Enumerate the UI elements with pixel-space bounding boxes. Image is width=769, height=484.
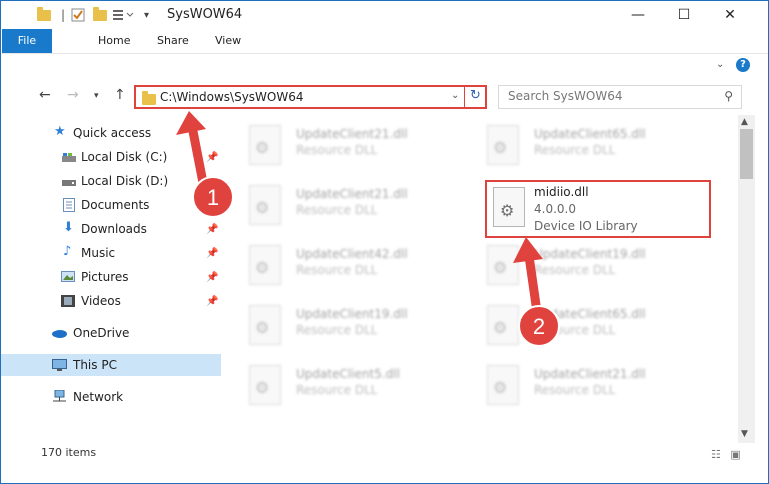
file-name: midiio.dll [534, 185, 589, 199]
up-arrow-icon[interactable]: ↑ [114, 87, 126, 103]
sidebar-item-local-disk-c[interactable]: Local Disk (C:) 📌 [1, 146, 221, 168]
sidebar-item-network[interactable]: Network [1, 386, 221, 408]
file-item[interactable]: UpdateClient65.dll Resource DLL [467, 121, 687, 173]
back-arrow-icon[interactable]: ← [39, 87, 51, 103]
large-icons-view-icon[interactable]: ▣ [730, 448, 740, 461]
dll-file-icon [249, 125, 281, 165]
pc-icon [52, 359, 67, 371]
quick-access-dropdown-icon[interactable]: ▾ [144, 7, 149, 23]
details-view-icon[interactable]: ☷ [711, 448, 721, 461]
sidebar-item-this-pc[interactable]: This PC [1, 354, 221, 376]
recent-locations-chevron-icon[interactable]: ▾ [94, 91, 99, 101]
network-icon [52, 389, 66, 402]
dll-file-icon [487, 125, 519, 165]
tab-share[interactable]: Share [157, 29, 189, 53]
drive-icon [62, 176, 76, 188]
vertical-scrollbar[interactable]: ▲ ▼ [738, 115, 755, 443]
star-icon: ★ [54, 124, 66, 139]
file-item[interactable]: UpdateClient42.dll Resource DLL [229, 241, 449, 293]
search-box[interactable]: Search SysWOW64 ⚲ [498, 85, 742, 109]
videos-icon [61, 295, 75, 307]
downloads-icon: ⬇ [63, 220, 74, 235]
dll-file-icon [487, 305, 519, 345]
sidebar-item-pictures[interactable]: Pictures 📌 [1, 266, 221, 288]
scroll-down-icon[interactable]: ▼ [741, 429, 748, 439]
new-folder-icon[interactable] [93, 6, 107, 23]
help-button[interactable]: ? [736, 58, 750, 72]
drive-icon [62, 152, 76, 164]
status-item-count: 170 items [41, 446, 97, 459]
chevron-down-icon[interactable]: ⌄ [451, 90, 459, 101]
highlighted-file-item[interactable]: midiio.dll 4.0.0.0 Device IO Library [485, 180, 711, 238]
documents-icon [63, 198, 77, 212]
pictures-icon [61, 271, 75, 283]
file-description: Device IO Library [534, 219, 638, 233]
file-item[interactable]: UpdateClient5.dll Resource DLL [229, 361, 449, 413]
separator: | [61, 8, 66, 22]
address-path[interactable]: C:\Windows\SysWOW64 [160, 90, 304, 104]
dll-file-icon [249, 185, 281, 225]
search-input[interactable]: Search SysWOW64 [508, 89, 622, 103]
pin-icon: 📌 [206, 247, 219, 259]
dll-file-icon [249, 365, 281, 405]
pin-icon: 📌 [206, 223, 219, 235]
file-list: UpdateClient21.dll Resource DLL UpdateCl… [229, 117, 737, 437]
address-divider [464, 87, 465, 107]
file-item[interactable]: UpdateClient21.dll Resource DLL [229, 121, 449, 173]
folder-icon [142, 91, 156, 105]
tab-file[interactable]: File [2, 29, 52, 53]
close-button[interactable]: ✕ [707, 1, 753, 29]
file-item[interactable]: UpdateClient65.dll Resource DLL [467, 301, 687, 353]
customize-toolbar-icon[interactable] [113, 7, 135, 23]
scroll-up-icon[interactable]: ▲ [741, 117, 748, 127]
dll-file-icon [249, 245, 281, 285]
file-version: 4.0.0.0 [534, 202, 576, 216]
sidebar-item-onedrive[interactable]: OneDrive [1, 322, 221, 344]
navigation-pane: ★ Quick access Local Disk (C:) 📌 Local D… [1, 117, 221, 437]
pin-icon: 📌 [206, 295, 219, 307]
sidebar-item-quick-access[interactable]: ★ Quick access [1, 122, 221, 144]
file-item[interactable]: UpdateClient19.dll Resource DLL [229, 301, 449, 353]
music-icon: ♪ [63, 244, 72, 259]
file-explorer-window: | ▾ SysWOW64 — ☐ ✕ File Home Share View … [0, 0, 769, 484]
title-bar: | ▾ SysWOW64 — ☐ ✕ [1, 1, 768, 29]
pin-icon: 📌 [206, 271, 219, 283]
sidebar-item-videos[interactable]: Videos 📌 [1, 290, 221, 312]
window-title: SysWOW64 [167, 7, 243, 22]
properties-icon[interactable] [71, 7, 85, 23]
dll-file-icon [487, 245, 519, 285]
dll-file-icon [487, 365, 519, 405]
cloud-icon [51, 327, 67, 339]
search-icon[interactable]: ⚲ [724, 89, 733, 103]
scrollbar-thumb[interactable] [740, 129, 753, 179]
maximize-button[interactable]: ☐ [661, 1, 707, 29]
chevron-down-icon[interactable]: ⌄ [716, 59, 724, 70]
minimize-button[interactable]: — [615, 1, 661, 29]
tab-home[interactable]: Home [98, 29, 130, 53]
pin-icon: 📌 [206, 199, 219, 211]
file-item[interactable]: UpdateClient19.dll Resource DLL [467, 241, 687, 293]
pin-icon: 📌 [206, 151, 219, 163]
dll-file-icon [249, 305, 281, 345]
forward-arrow-icon[interactable]: → [67, 87, 79, 103]
address-bar[interactable]: C:\Windows\SysWOW64 ⌄ ↻ [134, 85, 487, 109]
sidebar-item-documents[interactable]: Documents 📌 [1, 194, 221, 216]
sidebar-item-local-disk-d[interactable]: Local Disk (D:) [1, 170, 221, 192]
tab-view[interactable]: View [215, 29, 241, 53]
refresh-icon[interactable]: ↻ [470, 88, 481, 103]
dll-file-icon [493, 187, 525, 227]
view-toggle[interactable]: ☷ ▣ [711, 448, 741, 461]
sidebar-item-downloads[interactable]: ⬇ Downloads 📌 [1, 218, 221, 240]
folder-icon[interactable] [37, 6, 51, 23]
sidebar-item-music[interactable]: ♪ Music 📌 [1, 242, 221, 264]
file-item[interactable]: UpdateClient21.dll Resource DLL [229, 181, 449, 233]
file-item[interactable]: UpdateClient21.dll Resource DLL [467, 361, 687, 413]
